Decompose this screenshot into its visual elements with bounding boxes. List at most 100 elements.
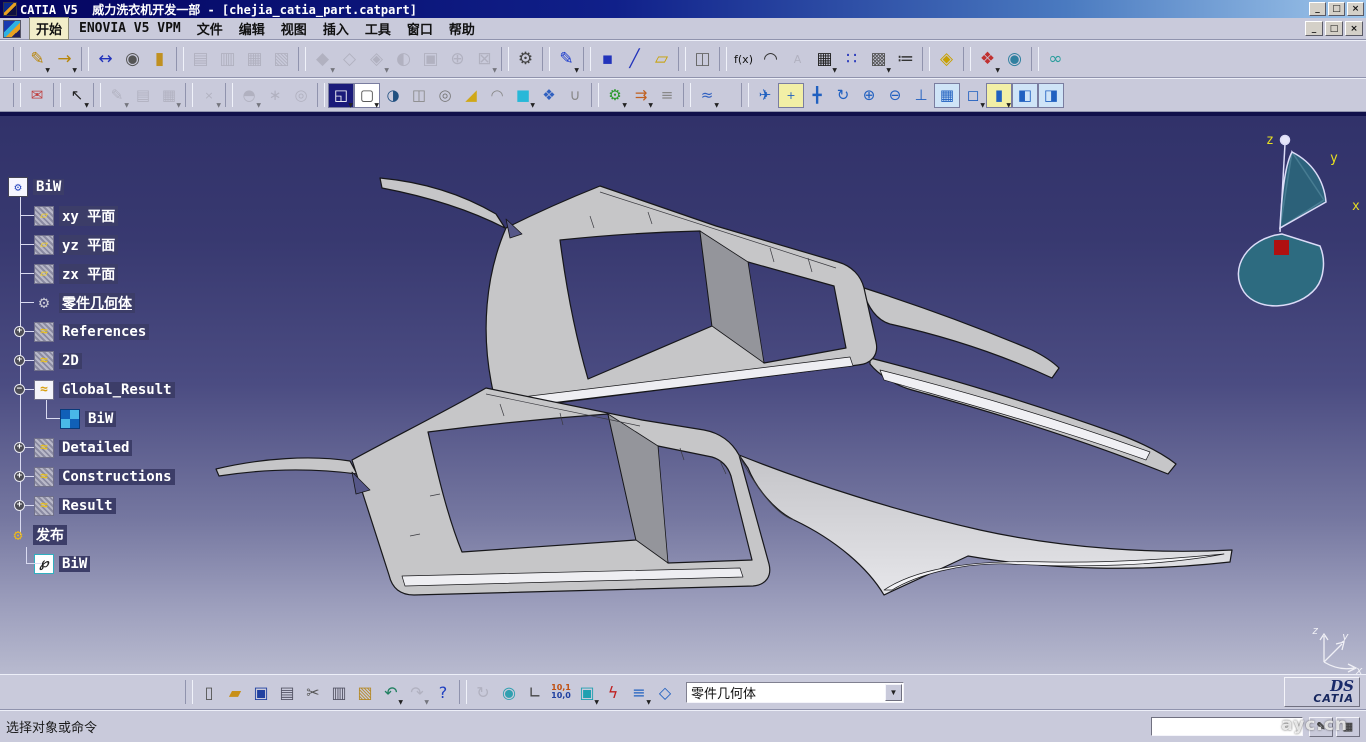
geoset-icon[interactable]: ≈ bbox=[34, 322, 54, 342]
tree-item-constructions[interactable]: + ≈ Constructions bbox=[6, 462, 236, 491]
axis-triad-icon[interactable]: ∟ bbox=[522, 679, 548, 705]
paste-format-icon[interactable]: ▤ bbox=[187, 46, 214, 73]
status-graph-button[interactable]: ▦ bbox=[1336, 717, 1360, 737]
point-icon[interactable]: ▪ bbox=[594, 46, 621, 73]
box-solid-icon[interactable]: ⊠▼ bbox=[471, 46, 498, 73]
pan-icon[interactable]: ╋ bbox=[804, 83, 830, 108]
measure-between-icon[interactable]: ↔ bbox=[92, 46, 119, 73]
paste-image-icon[interactable]: ▧ bbox=[268, 46, 295, 73]
publications-icon[interactable]: ⚙ bbox=[8, 525, 28, 545]
tree-item-2d[interactable]: + ≈ 2D bbox=[6, 346, 236, 375]
spray-tool-icon[interactable]: ∗ bbox=[262, 83, 288, 108]
menu-item-help[interactable]: 帮助 bbox=[443, 18, 481, 39]
iso-view-icon[interactable]: ◻▼ bbox=[960, 83, 986, 108]
tree-item-yz-plane[interactable]: ▱ yz 平面 bbox=[6, 230, 236, 259]
tree-item-detailed[interactable]: + ≈ Detailed bbox=[6, 433, 236, 462]
measure-inertia-icon[interactable]: ◉ bbox=[119, 46, 146, 73]
select-arrow-icon[interactable]: ↖▼ bbox=[64, 83, 90, 108]
work-grid-icon[interactable]: ▦▼ bbox=[156, 83, 182, 108]
expand-badge[interactable]: + bbox=[14, 326, 25, 337]
book-catalog-icon[interactable]: ◇ bbox=[652, 679, 678, 705]
sphere-tool-icon[interactable]: ◓▼ bbox=[236, 83, 262, 108]
web-browse-icon[interactable]: ◉ bbox=[496, 679, 522, 705]
sketcher-icon[interactable]: ✎▼ bbox=[553, 46, 580, 73]
hide-show-icon[interactable]: ▮▼ bbox=[986, 83, 1012, 108]
new-icon[interactable]: ▯ bbox=[196, 679, 222, 705]
biw-frame-rear[interactable] bbox=[380, 178, 1176, 474]
tree-item-publications[interactable]: ⚙ 发布 bbox=[6, 520, 236, 549]
swirl-tool-icon[interactable]: ◎ bbox=[288, 83, 314, 108]
print-icon[interactable]: ▤ bbox=[274, 679, 300, 705]
save-icon[interactable]: ▣ bbox=[248, 679, 274, 705]
geoset-icon[interactable]: ≈ bbox=[34, 351, 54, 371]
plane-node-icon[interactable]: ▱ bbox=[34, 235, 54, 255]
relations-icon[interactable]: ∷ bbox=[838, 46, 865, 73]
mass-properties-icon[interactable]: ▮ bbox=[146, 46, 173, 73]
partbody-icon[interactable]: ⚙ bbox=[34, 293, 54, 313]
pocket-icon[interactable]: ◇ bbox=[336, 46, 363, 73]
menu-item-view[interactable]: 视图 bbox=[275, 18, 313, 39]
doc-close-button[interactable]: × bbox=[1345, 21, 1363, 36]
cylinder-surface-icon[interactable]: ◫ bbox=[406, 83, 432, 108]
pad-icon[interactable]: ◆▼ bbox=[309, 46, 336, 73]
tree-item-references[interactable]: + ≈ References bbox=[6, 317, 236, 346]
status-edit-button[interactable]: ✎ bbox=[1309, 717, 1333, 737]
compass-handle[interactable] bbox=[1281, 136, 1290, 145]
fly-mode-icon[interactable]: ✈ bbox=[752, 83, 778, 108]
snap-point-icon[interactable]: ×▼ bbox=[196, 83, 222, 108]
geoset-icon[interactable]: ≈ bbox=[34, 496, 54, 516]
solid-icon[interactable] bbox=[60, 409, 80, 429]
split-body-icon[interactable]: ◑ bbox=[380, 83, 406, 108]
tree-item-xy-plane[interactable]: ▱ xy 平面 bbox=[6, 201, 236, 230]
zoom-out-icon[interactable]: ⊖ bbox=[882, 83, 908, 108]
wave-surface-icon[interactable]: ≈▼ bbox=[694, 83, 720, 108]
normal-view-icon[interactable]: ⊥ bbox=[908, 83, 934, 108]
expand-badge[interactable]: + bbox=[14, 471, 25, 482]
geoset-icon[interactable]: ≈ bbox=[34, 467, 54, 487]
publication-icon[interactable]: ℘ bbox=[34, 554, 54, 574]
catalog-browser-icon[interactable]: ◫ bbox=[689, 46, 716, 73]
undo-icon[interactable]: ↶▼ bbox=[378, 679, 404, 705]
close-button[interactable]: × bbox=[1347, 2, 1364, 16]
settings-gear-icon[interactable]: ⚙ bbox=[512, 46, 539, 73]
fit-all-icon[interactable]: + bbox=[778, 83, 804, 108]
refresh-icon[interactable]: ↻ bbox=[470, 679, 496, 705]
power-input[interactable] bbox=[1151, 717, 1303, 736]
active-body-combo[interactable]: 零件几何体 ▼ bbox=[686, 682, 904, 703]
expand-badge[interactable]: − bbox=[14, 384, 25, 395]
geoset-icon[interactable]: ≈ bbox=[34, 438, 54, 458]
extrude-surface-icon[interactable]: ◢ bbox=[458, 83, 484, 108]
shaft-icon[interactable]: ◈▼ bbox=[363, 46, 390, 73]
tree-item-root-biw[interactable]: ⚙ BiW bbox=[6, 172, 236, 201]
menu-item-enovia[interactable]: ENOVIA V5 VPM bbox=[73, 20, 187, 37]
part-doc-icon[interactable]: ⚙ bbox=[8, 177, 28, 197]
plane-tool-icon[interactable]: ▱ bbox=[648, 46, 675, 73]
tree-item-partbody[interactable]: ⚙ 零件几何体 bbox=[6, 288, 236, 317]
batch-gears-icon[interactable]: ⚙▼ bbox=[602, 83, 628, 108]
folder-transfer-icon[interactable]: →▼ bbox=[51, 46, 78, 73]
spec-list-icon[interactable]: ≡▼ bbox=[626, 679, 652, 705]
menu-item-edit[interactable]: 编辑 bbox=[233, 18, 271, 39]
tree-item-publication-biw[interactable]: ℘ BiW bbox=[6, 549, 236, 578]
circle-pattern-icon[interactable]: ◎ bbox=[432, 83, 458, 108]
expert-check-icon[interactable]: ❖▼ bbox=[974, 46, 1001, 73]
interference-bolt-icon[interactable]: ϟ bbox=[600, 679, 626, 705]
text-lock-icon[interactable]: A bbox=[784, 46, 811, 73]
redo-icon[interactable]: ↷▼ bbox=[404, 679, 430, 705]
product-knowledge-icon[interactable]: ∞ bbox=[1042, 46, 1069, 73]
equivalent-dimensions-icon[interactable]: ≔ bbox=[892, 46, 919, 73]
axis-system-icon[interactable]: ◱▼ bbox=[328, 83, 354, 108]
combo-arrow-button[interactable]: ▼ bbox=[885, 684, 902, 701]
doc-minimize-button[interactable]: _ bbox=[1305, 21, 1323, 36]
copy-icon[interactable]: ▥ bbox=[326, 679, 352, 705]
volume-cube-icon[interactable]: ■▼ bbox=[510, 83, 536, 108]
menu-item-insert[interactable]: 插入 bbox=[317, 18, 355, 39]
knowledge-inspector-icon[interactable]: ◈ bbox=[933, 46, 960, 73]
cut-icon[interactable]: ✂ bbox=[300, 679, 326, 705]
minimize-button[interactable]: _ bbox=[1309, 2, 1326, 16]
biw-model[interactable] bbox=[216, 178, 1232, 595]
compass[interactable]: z y x bbox=[1238, 133, 1360, 306]
close-surface-icon[interactable]: ∪ bbox=[562, 83, 588, 108]
knowledge-values-icon[interactable]: 10,110,0 bbox=[548, 679, 574, 705]
thick-surface-icon[interactable]: ❖ bbox=[536, 83, 562, 108]
